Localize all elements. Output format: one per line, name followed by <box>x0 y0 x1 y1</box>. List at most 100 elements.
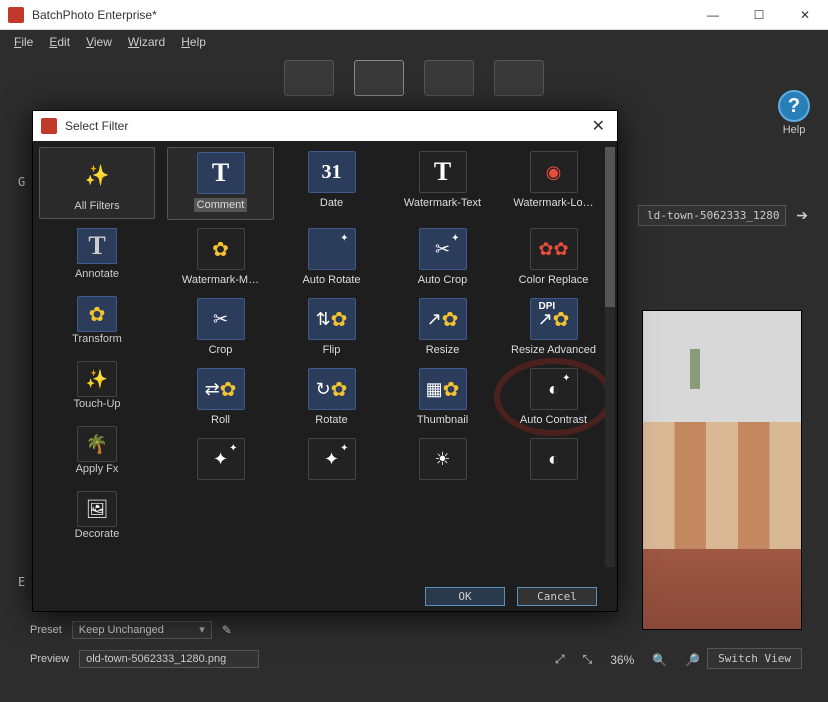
decorate-icon: 🖼 <box>77 491 117 527</box>
menu-file[interactable]: File <box>8 33 39 51</box>
filter-resize[interactable]: ↗Resize <box>389 294 496 360</box>
filter-label: Watermark-Lo… <box>502 197 605 209</box>
sidebar-item-label: Transform <box>72 333 122 345</box>
edit-preset-icon[interactable]: ✎ <box>222 623 232 637</box>
step-icon[interactable] <box>424 60 474 96</box>
preset-combo[interactable]: Keep Unchanged <box>72 621 212 639</box>
menu-bar: File Edit View Wizard Help <box>0 30 828 54</box>
preview-row: Preview old-town-5062333_1280.png <box>30 650 259 668</box>
help-label: Help <box>783 124 806 136</box>
maximize-button[interactable]: ☐ <box>736 0 782 30</box>
switch-view-button[interactable]: Switch View <box>707 648 802 669</box>
sidebar-item-label: Decorate <box>75 528 120 540</box>
fit-icon[interactable]: ⤢ <box>555 652 565 667</box>
filter-label: Date <box>280 197 383 209</box>
filter-thumbnail[interactable]: ▦Thumbnail <box>389 364 496 430</box>
filter-watermark-text[interactable]: TWatermark-Text <box>389 147 496 220</box>
preset-row: Preset Keep Unchanged ✎ <box>30 621 232 639</box>
scrollbar-thumb[interactable] <box>605 147 615 307</box>
filter-label: Auto Crop <box>391 274 494 286</box>
preview-field[interactable]: old-town-5062333_1280.png <box>79 650 259 668</box>
sidebar-item-all-filters[interactable]: ✨ All Filters <box>39 147 155 219</box>
zoom-out-icon[interactable]: 🔎 <box>685 653 700 667</box>
app-body: File Edit View Wizard Help ? Help G E ld… <box>0 30 828 702</box>
dialog-button-row: OK Cancel <box>33 581 617 611</box>
window-title: BatchPhoto Enterprise* <box>32 8 690 22</box>
filter-date[interactable]: 31Date <box>278 147 385 220</box>
menu-wizard[interactable]: Wizard <box>122 33 171 51</box>
cancel-button[interactable]: Cancel <box>517 587 597 606</box>
filter-rotate[interactable]: ↻Rotate <box>278 364 385 430</box>
next-arrow-icon[interactable]: ➔ <box>796 207 808 224</box>
menu-view[interactable]: View <box>80 33 118 51</box>
toolbar-steps <box>284 60 544 96</box>
filter-resize-advanced[interactable]: ↗Resize Advanced <box>500 294 607 360</box>
filter-label: Comment <box>194 198 248 212</box>
transform-icon <box>77 296 117 332</box>
filter-label: Resize <box>391 344 494 356</box>
sidebar-item-annotate[interactable]: T Annotate <box>39 221 155 287</box>
filter-more[interactable]: ✦ <box>278 434 385 484</box>
menu-edit[interactable]: Edit <box>43 33 76 51</box>
filter-auto-contrast[interactable]: ◐Auto Contrast <box>500 364 607 430</box>
close-button[interactable]: ✕ <box>782 0 828 30</box>
step-icon[interactable] <box>354 60 404 96</box>
minimize-button[interactable]: — <box>690 0 736 30</box>
breadcrumb-text[interactable]: ld-town-5062333_1280 <box>638 205 786 226</box>
filter-label: Watermark-M… <box>169 274 272 286</box>
dialog-title: Select Filter <box>65 119 588 133</box>
filter-label: Watermark-Text <box>391 197 494 209</box>
filter-auto-crop[interactable]: ✂Auto Crop <box>389 224 496 290</box>
preview-label: Preview <box>30 653 69 665</box>
zoom-in-icon[interactable]: 🔍 <box>652 653 667 667</box>
filter-label: Thumbnail <box>391 414 494 426</box>
app-icon <box>8 7 24 23</box>
filter-label: Color Replace <box>502 274 605 286</box>
help-icon: ? <box>778 90 810 122</box>
filter-grid: TComment 31Date TWatermark-Text ◉Waterma… <box>161 141 617 490</box>
filter-more[interactable]: ◐ <box>500 434 607 484</box>
wand-icon: ✨ <box>73 154 121 196</box>
menu-help[interactable]: Help <box>175 33 212 51</box>
dialog-close-button[interactable]: ✕ <box>588 116 609 136</box>
filter-label: Rotate <box>280 414 383 426</box>
title-bar: BatchPhoto Enterprise* — ☐ ✕ <box>0 0 828 30</box>
sidebar-item-transform[interactable]: Transform <box>39 289 155 352</box>
filter-color-replace[interactable]: ✿✿Color Replace <box>500 224 607 290</box>
fx-icon: 🌴 <box>77 426 117 462</box>
sidebar-item-label: Annotate <box>75 268 119 280</box>
filter-roll[interactable]: ⇄Roll <box>167 364 274 430</box>
dialog-titlebar: Select Filter ✕ <box>33 111 617 141</box>
panel-label-e: E <box>18 575 25 589</box>
panel-label-g: G <box>18 175 25 189</box>
filter-auto-rotate[interactable]: Auto Rotate <box>278 224 385 290</box>
filter-comment[interactable]: TComment <box>167 147 274 220</box>
sidebar-item-touchup[interactable]: ✨ Touch-Up <box>39 354 155 417</box>
filter-watermark-m[interactable]: Watermark-M… <box>167 224 274 290</box>
preset-label: Preset <box>30 624 62 636</box>
ok-button[interactable]: OK <box>425 587 505 606</box>
sidebar-item-label: Apply Fx <box>76 463 119 475</box>
filter-crop[interactable]: ✂Crop <box>167 294 274 360</box>
step-icon[interactable] <box>494 60 544 96</box>
dialog-icon <box>41 118 57 134</box>
sidebar-item-label: All Filters <box>74 200 119 212</box>
sidebar-item-decorate[interactable]: 🖼 Decorate <box>39 484 155 547</box>
filter-label: Auto Contrast <box>502 414 605 426</box>
filter-label: Auto Rotate <box>280 274 383 286</box>
filter-label: Flip <box>280 344 383 356</box>
sidebar-item-label: Touch-Up <box>73 398 120 410</box>
filter-label: Roll <box>169 414 272 426</box>
zoom-value: 36% <box>610 653 634 667</box>
select-filter-dialog: Select Filter ✕ ✨ All Filters T Annotate… <box>32 110 618 612</box>
grid-scrollbar[interactable] <box>605 147 615 567</box>
filter-watermark-logo[interactable]: ◉Watermark-Lo… <box>500 147 607 220</box>
help-button[interactable]: ? Help <box>778 90 810 136</box>
actual-size-icon[interactable]: ⤡ <box>583 652 593 667</box>
touchup-icon: ✨ <box>77 361 117 397</box>
filter-more[interactable]: ✦ <box>167 434 274 484</box>
sidebar-item-applyfx[interactable]: 🌴 Apply Fx <box>39 419 155 482</box>
filter-more[interactable]: ☀ <box>389 434 496 484</box>
step-icon[interactable] <box>284 60 334 96</box>
filter-flip[interactable]: ⇅Flip <box>278 294 385 360</box>
